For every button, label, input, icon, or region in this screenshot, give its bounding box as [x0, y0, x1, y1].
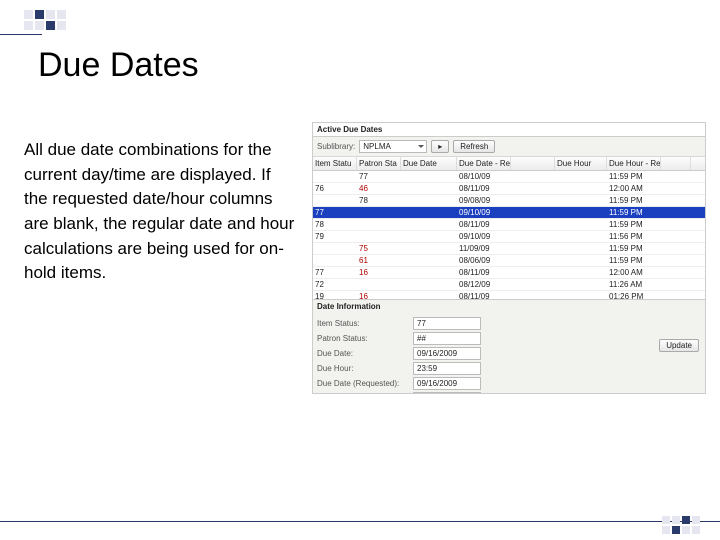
update-button[interactable]: Update — [659, 339, 699, 352]
sublibrary-label: Sublibrary: — [317, 142, 355, 151]
table-row[interactable]: 764608/11/0912:00 AM — [313, 183, 705, 195]
detail-value[interactable]: 23:59 — [413, 392, 481, 394]
column-header[interactable]: Patron Sta — [357, 157, 401, 170]
slide-top-line — [0, 34, 42, 35]
slide-decoration-bottom — [662, 516, 700, 534]
detail-label: Due Date: — [317, 349, 409, 358]
nav-button[interactable]: ▸ — [431, 140, 449, 153]
detail-row: Item Status: 77 — [317, 317, 701, 330]
detail-value[interactable]: 09/16/2009 — [413, 347, 481, 360]
detail-value[interactable]: 09/16/2009 — [413, 377, 481, 390]
table-row[interactable]: 191608/11/0901:26 PM — [313, 291, 705, 299]
slide-footer-line — [0, 521, 720, 522]
detail-row: Patron Status: ## — [317, 332, 701, 345]
table-row[interactable]: 7708/10/0911:59 PM — [313, 171, 705, 183]
panel-toolbar: Sublibrary: NPLMA ▸ Refresh — [313, 137, 705, 157]
grid-header: Item StatuPatron StaDue DateDue Date - R… — [313, 157, 705, 171]
detail-label: Item Status: — [317, 319, 409, 328]
detail-value[interactable]: 77 — [413, 317, 481, 330]
detail-value[interactable]: ## — [413, 332, 481, 345]
column-header[interactable]: Item Statu — [313, 157, 357, 170]
due-dates-grid: Item StatuPatron StaDue DateDue Date - R… — [313, 157, 705, 299]
refresh-button[interactable]: Refresh — [453, 140, 495, 153]
column-header[interactable]: Due Date — [401, 157, 457, 170]
sublibrary-select[interactable]: NPLMA — [359, 140, 427, 153]
column-header[interactable] — [661, 157, 691, 170]
detail-row: Due Hour: 23:59 — [317, 362, 701, 375]
table-row[interactable]: 7909/10/0911:56 PM — [313, 231, 705, 243]
table-row[interactable]: 6108/06/0911:59 PM — [313, 255, 705, 267]
page-title: Due Dates — [38, 46, 199, 85]
detail-section: Item Status: 77 Patron Status: ## Due Date: 0… — [313, 313, 705, 394]
detail-row: Due Date: 09/16/2009 — [317, 347, 701, 360]
table-row[interactable]: 7808/11/0911:59 PM — [313, 219, 705, 231]
column-header[interactable] — [511, 157, 555, 170]
table-row[interactable]: 7208/12/0911:26 AM — [313, 279, 705, 291]
detail-row: Due Hour (Requested):23:59 — [317, 392, 701, 394]
detail-value[interactable]: 23:59 — [413, 362, 481, 375]
column-header[interactable]: Due Hour - Requ — [607, 157, 661, 170]
panel-title: Active Due Dates — [313, 123, 705, 137]
detail-label: Patron Status: — [317, 334, 409, 343]
grid-body[interactable]: 7708/10/0911:59 PM764608/11/0912:00 AM78… — [313, 171, 705, 299]
slide-decoration-top — [24, 10, 66, 30]
column-header[interactable]: Due Date - Requested — [457, 157, 511, 170]
column-header[interactable]: Due Hour — [555, 157, 607, 170]
active-due-dates-panel: Active Due Dates Sublibrary: NPLMA ▸ Ref… — [312, 122, 706, 394]
detail-row: Due Date (Requested): 09/16/2009 — [317, 377, 701, 390]
table-row[interactable]: 771608/11/0912:00 AM — [313, 267, 705, 279]
detail-label: Due Date (Requested): — [317, 379, 409, 388]
table-row[interactable]: 7709/10/0911:59 PM — [313, 207, 705, 219]
description-text: All due date combinations for the curren… — [24, 138, 296, 286]
detail-section-title: Date Information — [313, 299, 705, 313]
detail-label: Due Hour: — [317, 364, 409, 373]
table-row[interactable]: 7511/09/0911:59 PM — [313, 243, 705, 255]
table-row[interactable]: 7809/08/0911:59 PM — [313, 195, 705, 207]
